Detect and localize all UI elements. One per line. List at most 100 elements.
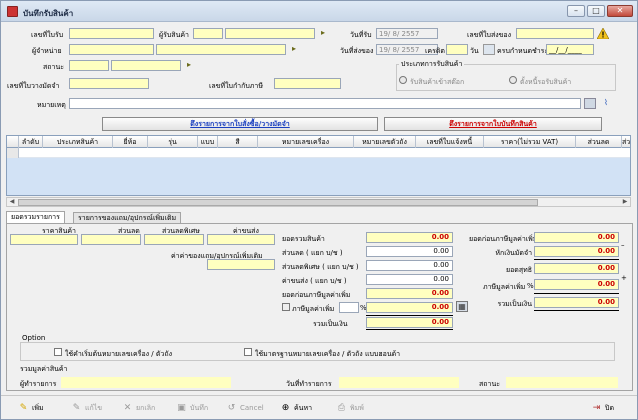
exit-button[interactable]: ⇥ ปิด — [591, 402, 614, 414]
calculator-icon[interactable]: ▦ — [456, 301, 468, 312]
radio-debt-label: ตั้งหนี้รอรับสินค้า — [520, 78, 572, 86]
option2-checkbox[interactable] — [244, 348, 252, 356]
goods-total-label: ยอดรวมสินค้า — [282, 235, 325, 243]
receive-date-label: วันที่รับ — [350, 31, 372, 39]
scroll-thumb[interactable] — [18, 199, 538, 206]
edit-button[interactable]: ✎ แก้ไข — [71, 402, 102, 414]
scroll-left-icon[interactable]: ◀ — [7, 198, 17, 206]
discount-value[interactable]: 0.00 — [366, 246, 453, 257]
tab-extras[interactable]: รายการของแถม/อุปกรณ์เพิ่มเติม — [73, 212, 182, 223]
vat-checkbox[interactable] — [282, 303, 290, 311]
items-grid[interactable]: ลำดับ ประเภทสินค้า ยี่ห้อ รุ่น แบบ สี หม… — [6, 135, 631, 196]
row-selector[interactable] — [7, 148, 19, 158]
created-date-label: วันที่ทำรายการ — [286, 380, 332, 388]
credit-days-field[interactable] — [446, 44, 468, 55]
delivery-no-field[interactable] — [516, 28, 594, 39]
tax-invoice-label: เลขที่ใบกำกับภาษี — [209, 82, 263, 90]
add-button[interactable]: ✎ เพิ่ม — [18, 402, 44, 414]
discount-sum-field[interactable] — [81, 234, 141, 245]
save-button[interactable]: ▣ บันทึก — [176, 402, 208, 414]
right-vat-label: ภาษีมูลค่าเพิ่ม — [483, 283, 526, 291]
remark-label: หมายเหตุ — [37, 101, 66, 109]
deposit-receipt-field[interactable] — [69, 78, 149, 89]
table-row[interactable] — [7, 148, 630, 158]
status-code-field[interactable] — [69, 60, 109, 71]
special-value[interactable]: 0.00 — [366, 260, 453, 271]
receiver-name-field[interactable] — [225, 28, 315, 39]
shipping-sum-field[interactable] — [207, 234, 275, 245]
col-engine-no[interactable]: หมายเลขเครื่อง — [258, 136, 354, 148]
col-color[interactable]: สี — [218, 136, 258, 148]
binoculars-icon: ⊕ — [281, 403, 290, 413]
created-date-field — [339, 377, 459, 388]
calendar-icon[interactable] — [483, 44, 495, 55]
grid-hscrollbar[interactable]: ◀ ▶ — [6, 197, 631, 207]
credit-label: เครดิต — [425, 47, 445, 55]
scroll-right-icon[interactable]: ▶ — [620, 198, 630, 206]
cancel-button[interactable]: ↺ Cancel — [226, 402, 264, 414]
search-button[interactable]: ⊕ ค้นหา — [280, 402, 312, 414]
option1-label: ใช้คำเริ่มต้นหมายเลขเครื่อง / ตัวถัง — [65, 350, 173, 358]
due-date-field[interactable]: __/__/____ — [546, 44, 594, 55]
vendor-code-field[interactable] — [69, 44, 154, 55]
radio-stock[interactable] — [399, 76, 407, 84]
status-name-field[interactable] — [111, 60, 181, 71]
print-button[interactable]: ⎙ พิมพ์ — [336, 402, 364, 414]
paperclip-icon[interactable]: ⌇ — [600, 98, 612, 109]
goods-sum-label: รวมมูลค่าสินค้า — [20, 365, 68, 373]
exit-door-icon: ⇥ — [592, 403, 601, 413]
close-window-button[interactable]: ✕ — [607, 5, 633, 17]
window-title: บันทึกรับสินค้า — [23, 9, 74, 18]
radio-debt[interactable] — [509, 76, 517, 84]
pull-from-receipt-button[interactable]: ดึงรายการจากใบบันทึกสินค้า — [384, 117, 602, 131]
receive-date-field[interactable]: 19/ 8/ 2557 — [376, 28, 438, 39]
option1-checkbox[interactable] — [54, 348, 62, 356]
col-type[interactable]: ประเภทสินค้า — [43, 136, 113, 148]
remark-field[interactable] — [69, 98, 581, 109]
col-discount[interactable]: ส่วนลด — [576, 136, 622, 148]
receiver-lookup-icon[interactable]: ▸ — [317, 28, 329, 39]
col-brand[interactable]: ยี่ห้อ — [113, 136, 148, 148]
shipping-label: ค่าขนส่ง ( แยก บ/ช ) — [282, 277, 347, 285]
attachment-list-icon[interactable] — [584, 98, 596, 109]
extras-field[interactable] — [207, 259, 275, 270]
col-more[interactable]: ส่ว — [622, 136, 630, 148]
grid-corner — [7, 136, 19, 148]
col-price[interactable]: ราคา(ไม่รวม VAT) — [484, 136, 576, 148]
price-sum-field[interactable] — [10, 234, 78, 245]
receiver-code-field[interactable] — [193, 28, 223, 39]
delivery-no-label: เลขที่ใบส่งของ — [467, 31, 512, 39]
total-separator — [366, 315, 453, 316]
col-style[interactable]: แบบ — [198, 136, 218, 148]
right-total-label: รวมเป็นเงิน — [497, 300, 532, 308]
special-sum-field[interactable] — [144, 234, 204, 245]
vendor-name-field[interactable] — [156, 44, 286, 55]
minimize-button[interactable]: – — [567, 5, 585, 17]
status-label: สถานะ — [43, 63, 64, 71]
tab-summary[interactable]: ยอดรวมรายการ — [6, 211, 65, 223]
plus-sign: + — [621, 274, 627, 282]
tax-invoice-field[interactable] — [274, 78, 341, 89]
radio-stock-label: รับสินค้าเข้าสต๊อก — [410, 78, 465, 86]
title-bar: บันทึกรับสินค้า – □ ✕ — [1, 1, 637, 22]
vat-rate-field[interactable] — [339, 302, 359, 313]
creator-label: ผู้ทำรายการ — [20, 380, 57, 388]
col-seq[interactable]: ลำดับ — [19, 136, 43, 148]
minus-sign: – — [621, 241, 625, 249]
shipping-value[interactable]: 0.00 — [366, 274, 453, 285]
vendor-lookup-icon[interactable]: ▸ — [288, 44, 300, 55]
maximize-button[interactable]: □ — [587, 5, 605, 17]
before-vat-value: 0.00 — [366, 288, 453, 299]
cancel-doc-button[interactable]: ✕ ยกเลิก — [122, 402, 156, 414]
receipt-no-field[interactable] — [69, 28, 154, 39]
goods-total-value: 0.00 — [366, 232, 453, 243]
vendor-label: ผู้จำหน่าย — [32, 47, 62, 55]
warning-icon — [597, 28, 609, 39]
col-chassis-no[interactable]: หมายเลขตัวถัง — [354, 136, 416, 148]
pull-from-order-button[interactable]: ดึงรายการจากใบสั่งซื้อ/วางมัดจำ — [102, 117, 378, 131]
right-before-vat-value: 0.00 — [534, 232, 619, 243]
col-invoice-no[interactable]: เลขที่ใบแจ้งหนี้ — [416, 136, 484, 148]
col-model[interactable]: รุ่น — [148, 136, 198, 148]
status-lookup-icon[interactable]: ▸ — [183, 60, 195, 71]
right-vat-pct-sign: % — [527, 282, 534, 290]
